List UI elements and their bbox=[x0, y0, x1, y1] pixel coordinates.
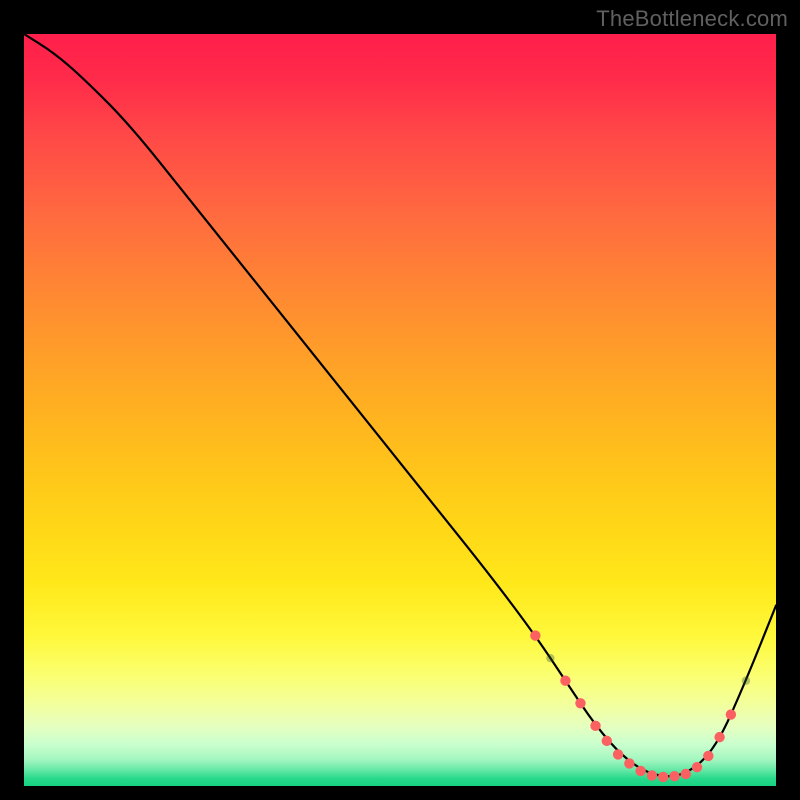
curve-marker bbox=[658, 772, 668, 782]
curve-marker bbox=[692, 762, 702, 772]
chart-stage: TheBottleneck.com bbox=[0, 0, 800, 800]
curve-marker bbox=[602, 736, 612, 746]
curve-marker bbox=[624, 758, 634, 768]
curve-marker bbox=[635, 766, 645, 776]
curve-marker bbox=[742, 677, 750, 685]
curve-markers bbox=[530, 630, 750, 782]
curve-marker bbox=[613, 749, 623, 759]
curve-marker bbox=[590, 721, 600, 731]
curve-svg bbox=[24, 34, 776, 786]
curve-marker bbox=[647, 770, 657, 780]
attribution-label: TheBottleneck.com bbox=[596, 6, 788, 32]
bottleneck-curve bbox=[24, 34, 776, 776]
curve-marker bbox=[560, 676, 570, 686]
curve-marker bbox=[726, 709, 736, 719]
curve-marker bbox=[703, 751, 713, 761]
curve-marker bbox=[669, 771, 679, 781]
curve-marker bbox=[714, 732, 724, 742]
plot-area bbox=[24, 34, 776, 786]
curve-marker bbox=[546, 654, 554, 662]
curve-marker bbox=[681, 769, 691, 779]
curve-marker bbox=[530, 630, 540, 640]
curve-marker bbox=[575, 698, 585, 708]
